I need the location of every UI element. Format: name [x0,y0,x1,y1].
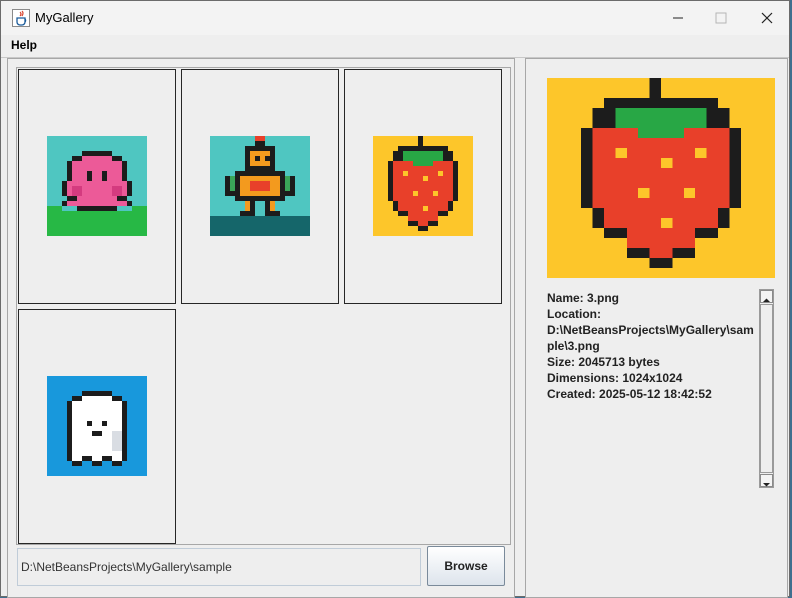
java-cup-icon [12,9,30,27]
pink-creature-image [47,136,147,236]
window-title: MyGallery [35,10,94,25]
info-location-label: Location: [547,307,601,321]
info-size: Size: 2045713 bytes [547,355,660,369]
scroll-down-button[interactable] [760,474,773,487]
thumbnail-cell-2[interactable] [181,69,339,304]
thumbnail-cell-1[interactable] [18,69,176,304]
robot-image [210,136,310,236]
info-dimensions: Dimensions: 1024x1024 [547,371,683,385]
folder-path-field[interactable]: D:\NetBeansProjects\MyGallery\sample [17,548,421,586]
app-window: MyGallery Help D:\NetBeansProjects\MyGal… [0,0,790,598]
strawberry-preview-image [547,78,775,278]
info-location-path: D:\NetBeansProjects\MyGallery\sample\3.p… [547,323,754,353]
menu-help[interactable]: Help [11,38,37,52]
thumbnail-grid[interactable] [16,67,511,545]
browse-button[interactable]: Browse [427,546,505,586]
info-scrollbar[interactable] [759,289,774,488]
ghost-image [47,376,147,476]
thumbnail-cell-3[interactable] [344,69,502,304]
scroll-thumb[interactable] [760,304,773,473]
strawberry-image [373,136,473,236]
menu-bar: Help [1,35,789,58]
minimize-icon[interactable] [655,1,701,35]
thumbnail-cell-4[interactable] [18,309,176,544]
preview-panel: Name: 3.png Location: D:\NetBeansProject… [525,58,788,598]
close-icon[interactable] [744,1,790,35]
info-created: Created: 2025-05-12 18:42:52 [547,387,712,401]
maximize-icon[interactable] [698,1,744,35]
arrow-down-icon [763,483,770,487]
title-bar[interactable]: MyGallery [1,1,789,35]
image-info: Name: 3.png Location: D:\NetBeansProject… [547,290,757,402]
gallery-panel: D:\NetBeansProjects\MyGallery\sample Bro… [7,58,515,598]
scroll-up-button[interactable] [760,290,773,303]
info-name: Name: 3.png [547,291,620,305]
